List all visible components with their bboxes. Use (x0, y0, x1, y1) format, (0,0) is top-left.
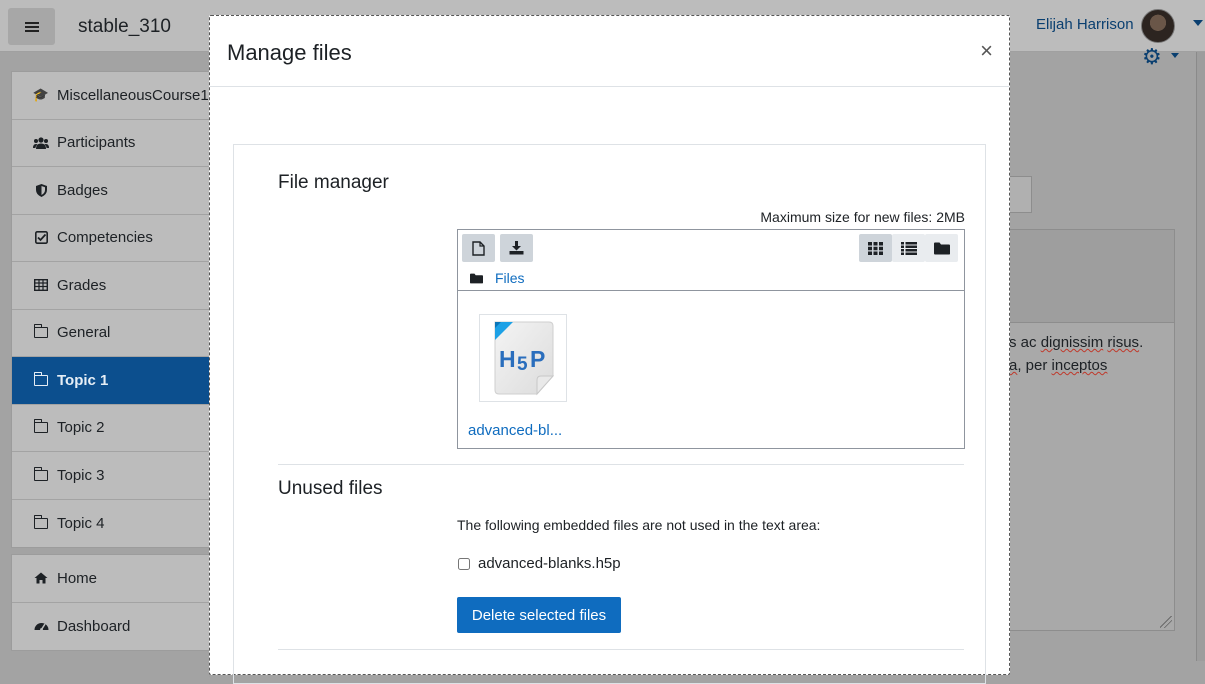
user-menu-name[interactable]: Elijah Harrison (1036, 16, 1134, 33)
dialog-title: Manage files (227, 40, 352, 65)
dialog-header: Manage files × (210, 16, 1009, 87)
folder-icon (33, 371, 48, 386)
file-manager-toolbar: Files (458, 230, 964, 291)
unused-file-checkbox[interactable] (458, 557, 470, 570)
folder-icon (33, 324, 48, 339)
table-icon (32, 279, 50, 292)
close-button[interactable]: × (980, 40, 993, 62)
svg-text:P: P (530, 346, 545, 372)
folder-icon (33, 466, 48, 481)
drawer-item-label: Grades (57, 276, 107, 294)
editor-toolbar (1009, 230, 1174, 323)
site-nav-group: Home Dashboard (11, 554, 211, 651)
home-icon (32, 572, 50, 584)
caret-down-icon[interactable] (1193, 20, 1203, 26)
download-all-button[interactable] (500, 234, 533, 262)
nav-drawer: 🎓 MiscellaneousCourse1 Participants Badg… (11, 71, 211, 657)
background-text-editor[interactable]: s ac dignissim risus. a, per inceptos (1008, 229, 1175, 631)
scrollbar[interactable] (1196, 52, 1205, 661)
section-divider (278, 649, 964, 650)
drawer-item-label: General (57, 324, 111, 342)
file-manager-title: File manager (278, 172, 389, 193)
grid-icon (868, 241, 883, 255)
svg-text:5: 5 (517, 354, 528, 375)
drawer-item-label: Competencies (57, 229, 153, 247)
manage-files-dialog: Manage files × File manager Maximum size… (209, 15, 1010, 684)
gear-icon[interactable]: ⚙ (1142, 44, 1162, 70)
breadcrumb: Files (470, 270, 525, 286)
file-manager: Files H 5 P advanced-bl... (457, 229, 965, 449)
editor-content: s ac dignissim risus. a, per inceptos (1009, 334, 1144, 374)
hamburger-icon (24, 20, 39, 34)
folder-icon (33, 514, 48, 529)
breadcrumb-files-link[interactable]: Files (495, 270, 525, 286)
folder-icon (933, 242, 950, 254)
list-icon (900, 241, 917, 255)
file-name-link[interactable]: advanced-bl... (468, 422, 562, 439)
resize-handle[interactable] (1160, 616, 1172, 628)
drawer-item-topic-1[interactable]: Topic 1 (12, 357, 210, 405)
drawer-item-label: Topic 4 (57, 514, 105, 532)
shield-icon (32, 183, 50, 197)
file-thumbnail[interactable]: H 5 P (479, 314, 567, 402)
drawer-item-general[interactable]: General (12, 310, 210, 357)
drawer-item-label: Topic 3 (57, 466, 105, 484)
drawer-item-course[interactable]: 🎓 MiscellaneousCourse1 (12, 72, 210, 120)
unused-file-item[interactable]: advanced-blanks.h5p (457, 555, 621, 572)
max-size-note: Maximum size for new files: 2MB (760, 209, 965, 225)
avatar[interactable] (1141, 9, 1175, 43)
users-icon (32, 137, 50, 149)
unused-files-title: Unused files (278, 478, 383, 499)
folder-icon (470, 273, 483, 283)
course-nav-group: 🎓 MiscellaneousCourse1 Participants Badg… (11, 71, 211, 548)
svg-text:H: H (499, 346, 516, 372)
caret-down-icon[interactable] (1171, 53, 1179, 58)
drawer-item-competencies[interactable]: Competencies (12, 215, 210, 262)
unused-files-note: The following embedded files are not use… (457, 517, 821, 533)
site-name[interactable]: stable_310 (78, 16, 171, 38)
drawer-item-label: Topic 2 (57, 419, 105, 437)
section-divider (278, 464, 964, 465)
view-details-button[interactable] (892, 234, 925, 262)
drawer-item-topic-4[interactable]: Topic 4 (12, 500, 210, 548)
dashboard-icon (32, 620, 50, 632)
file-icon (472, 240, 485, 256)
drawer-item-label: Topic 1 (57, 371, 109, 389)
background-input[interactable] (1008, 176, 1032, 213)
drawer-item-dashboard[interactable]: Dashboard (12, 603, 210, 651)
view-tree-button[interactable] (925, 234, 958, 262)
drawer-item-grades[interactable]: Grades (12, 262, 210, 310)
drawer-item-label: Badges (57, 181, 108, 199)
manage-files-form: File manager Maximum size for new files:… (233, 144, 986, 684)
drawer-item-topic-2[interactable]: Topic 2 (12, 405, 210, 452)
drawer-item-topic-3[interactable]: Topic 3 (12, 452, 210, 500)
drawer-item-badges[interactable]: Badges (12, 167, 210, 215)
folder-icon (33, 419, 48, 434)
download-icon (509, 241, 524, 255)
drawer-item-participants[interactable]: Participants (12, 120, 210, 167)
drawer-toggle-button[interactable] (8, 8, 55, 45)
delete-selected-files-button[interactable]: Delete selected files (457, 597, 621, 633)
drawer-item-label: Home (57, 569, 98, 587)
drawer-item-label: Dashboard (57, 617, 131, 635)
drawer-item-label: Participants (57, 134, 136, 152)
drawer-item-home[interactable]: Home (12, 555, 210, 603)
unused-file-name: advanced-blanks.h5p (478, 555, 621, 572)
add-file-button[interactable] (462, 234, 495, 262)
view-icons-button[interactable] (859, 234, 892, 262)
checkbox-icon (32, 231, 50, 245)
graduation-cap-icon: 🎓 (32, 87, 50, 103)
drawer-item-label: MiscellaneousCourse1 (57, 86, 209, 104)
h5p-file-icon: H 5 P (494, 321, 555, 396)
